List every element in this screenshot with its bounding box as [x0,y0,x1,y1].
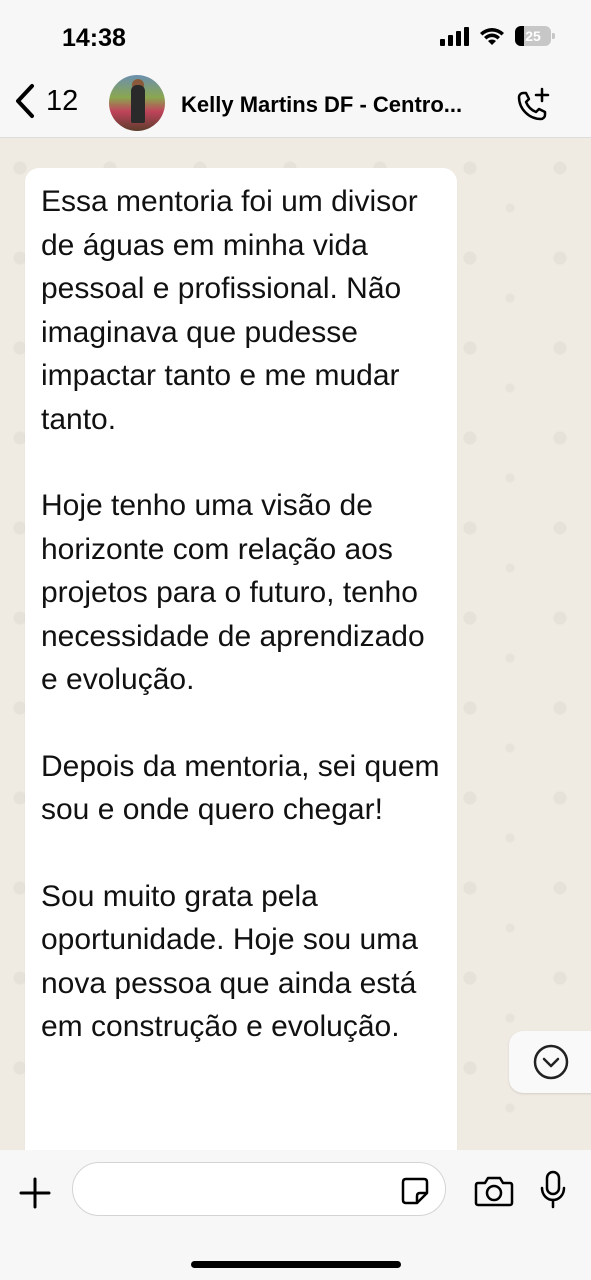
home-indicator [191,1261,401,1268]
back-button[interactable]: 12 [12,81,78,121]
chat-area[interactable]: Essa mentoria foi um divisor de águas em… [0,138,591,1150]
message-bubble[interactable]: Essa mentoria foi um divisor de águas em… [25,168,457,1150]
status-bar: 14:38 25 [0,0,591,75]
message-input[interactable] [72,1162,446,1216]
status-icons: 25 [440,26,555,46]
input-bar [0,1150,591,1280]
chat-header: 12 Kelly Martins DF - Centro... [0,75,591,138]
wifi-icon [480,28,504,45]
battery-icon: 25 [515,26,555,46]
camera-button[interactable] [474,1174,514,1213]
avatar[interactable] [109,75,165,131]
message-paragraph: Depois da mentoria, sei quem sou e onde … [41,749,440,827]
sticker-button[interactable] [400,1176,430,1211]
message-paragraph: Hoje tenho uma visão de horizonte com re… [41,489,425,696]
microphone-icon [540,1170,566,1209]
camera-icon [474,1176,514,1207]
cellular-signal-icon [440,26,469,46]
add-call-button[interactable] [513,85,553,130]
chevron-left-icon [16,84,34,118]
sticker-icon [401,1177,429,1205]
microphone-button[interactable] [538,1170,568,1215]
status-time: 14:38 [62,24,126,52]
scroll-to-bottom-button[interactable] [509,1031,591,1093]
attach-button[interactable] [16,1174,54,1217]
message-paragraph: Sou muito grata pela oportunidade. Hoje … [41,879,418,1044]
contact-name[interactable]: Kelly Martins DF - Centro... [181,92,501,118]
message-paragraph: Essa mentoria foi um divisor de águas em… [41,185,418,436]
plus-icon [19,1177,51,1209]
add-call-icon [517,87,550,121]
unread-count: 12 [46,84,79,117]
battery-level: 25 [525,28,541,44]
chevron-down-circle-icon [533,1044,569,1080]
